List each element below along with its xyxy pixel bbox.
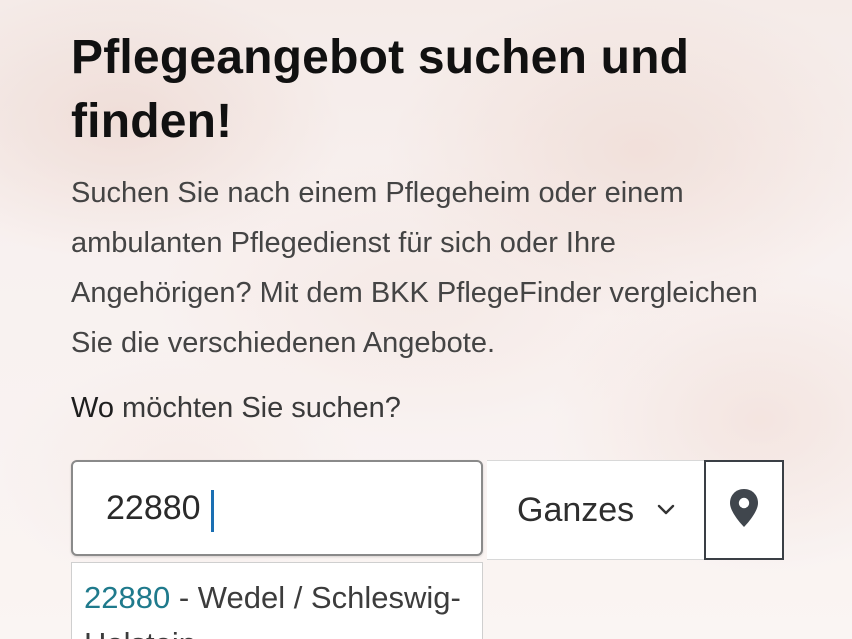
search-label: Wo möchten Sie suchen? xyxy=(71,388,791,428)
radius-select[interactable]: Ganzes Bundesgebiet xyxy=(487,460,705,560)
search-label-text: möchten Sie suchen? xyxy=(113,392,401,424)
suggestion-separator: - xyxy=(170,580,198,615)
suggestion-item[interactable]: 22880 - Wedel / Schleswig-Holstein xyxy=(72,563,482,639)
page-title: Pflegeangebot suchen und finden! xyxy=(71,31,690,148)
chevron-down-icon xyxy=(655,499,677,521)
map-pin-icon xyxy=(727,487,761,534)
search-label-emphasis: Wo xyxy=(71,392,114,424)
zip-suggestions-dropdown: 22880 - Wedel / Schleswig-Holstein xyxy=(71,562,483,639)
radius-select-value: Ganzes Bundesgebiet xyxy=(517,490,635,529)
suggestion-zip: 22880 xyxy=(84,580,171,615)
use-my-location-button[interactable] xyxy=(704,460,784,560)
zip-input[interactable] xyxy=(71,460,483,556)
search-bar: Ganzes Bundesgebiet xyxy=(71,460,787,560)
intro-text: Suchen Sie nach einem Pflegeheim oder ei… xyxy=(71,177,758,359)
text-caret xyxy=(211,490,214,532)
hero-content: Pflegeangebot suchen und finden! Suchen … xyxy=(71,26,791,428)
